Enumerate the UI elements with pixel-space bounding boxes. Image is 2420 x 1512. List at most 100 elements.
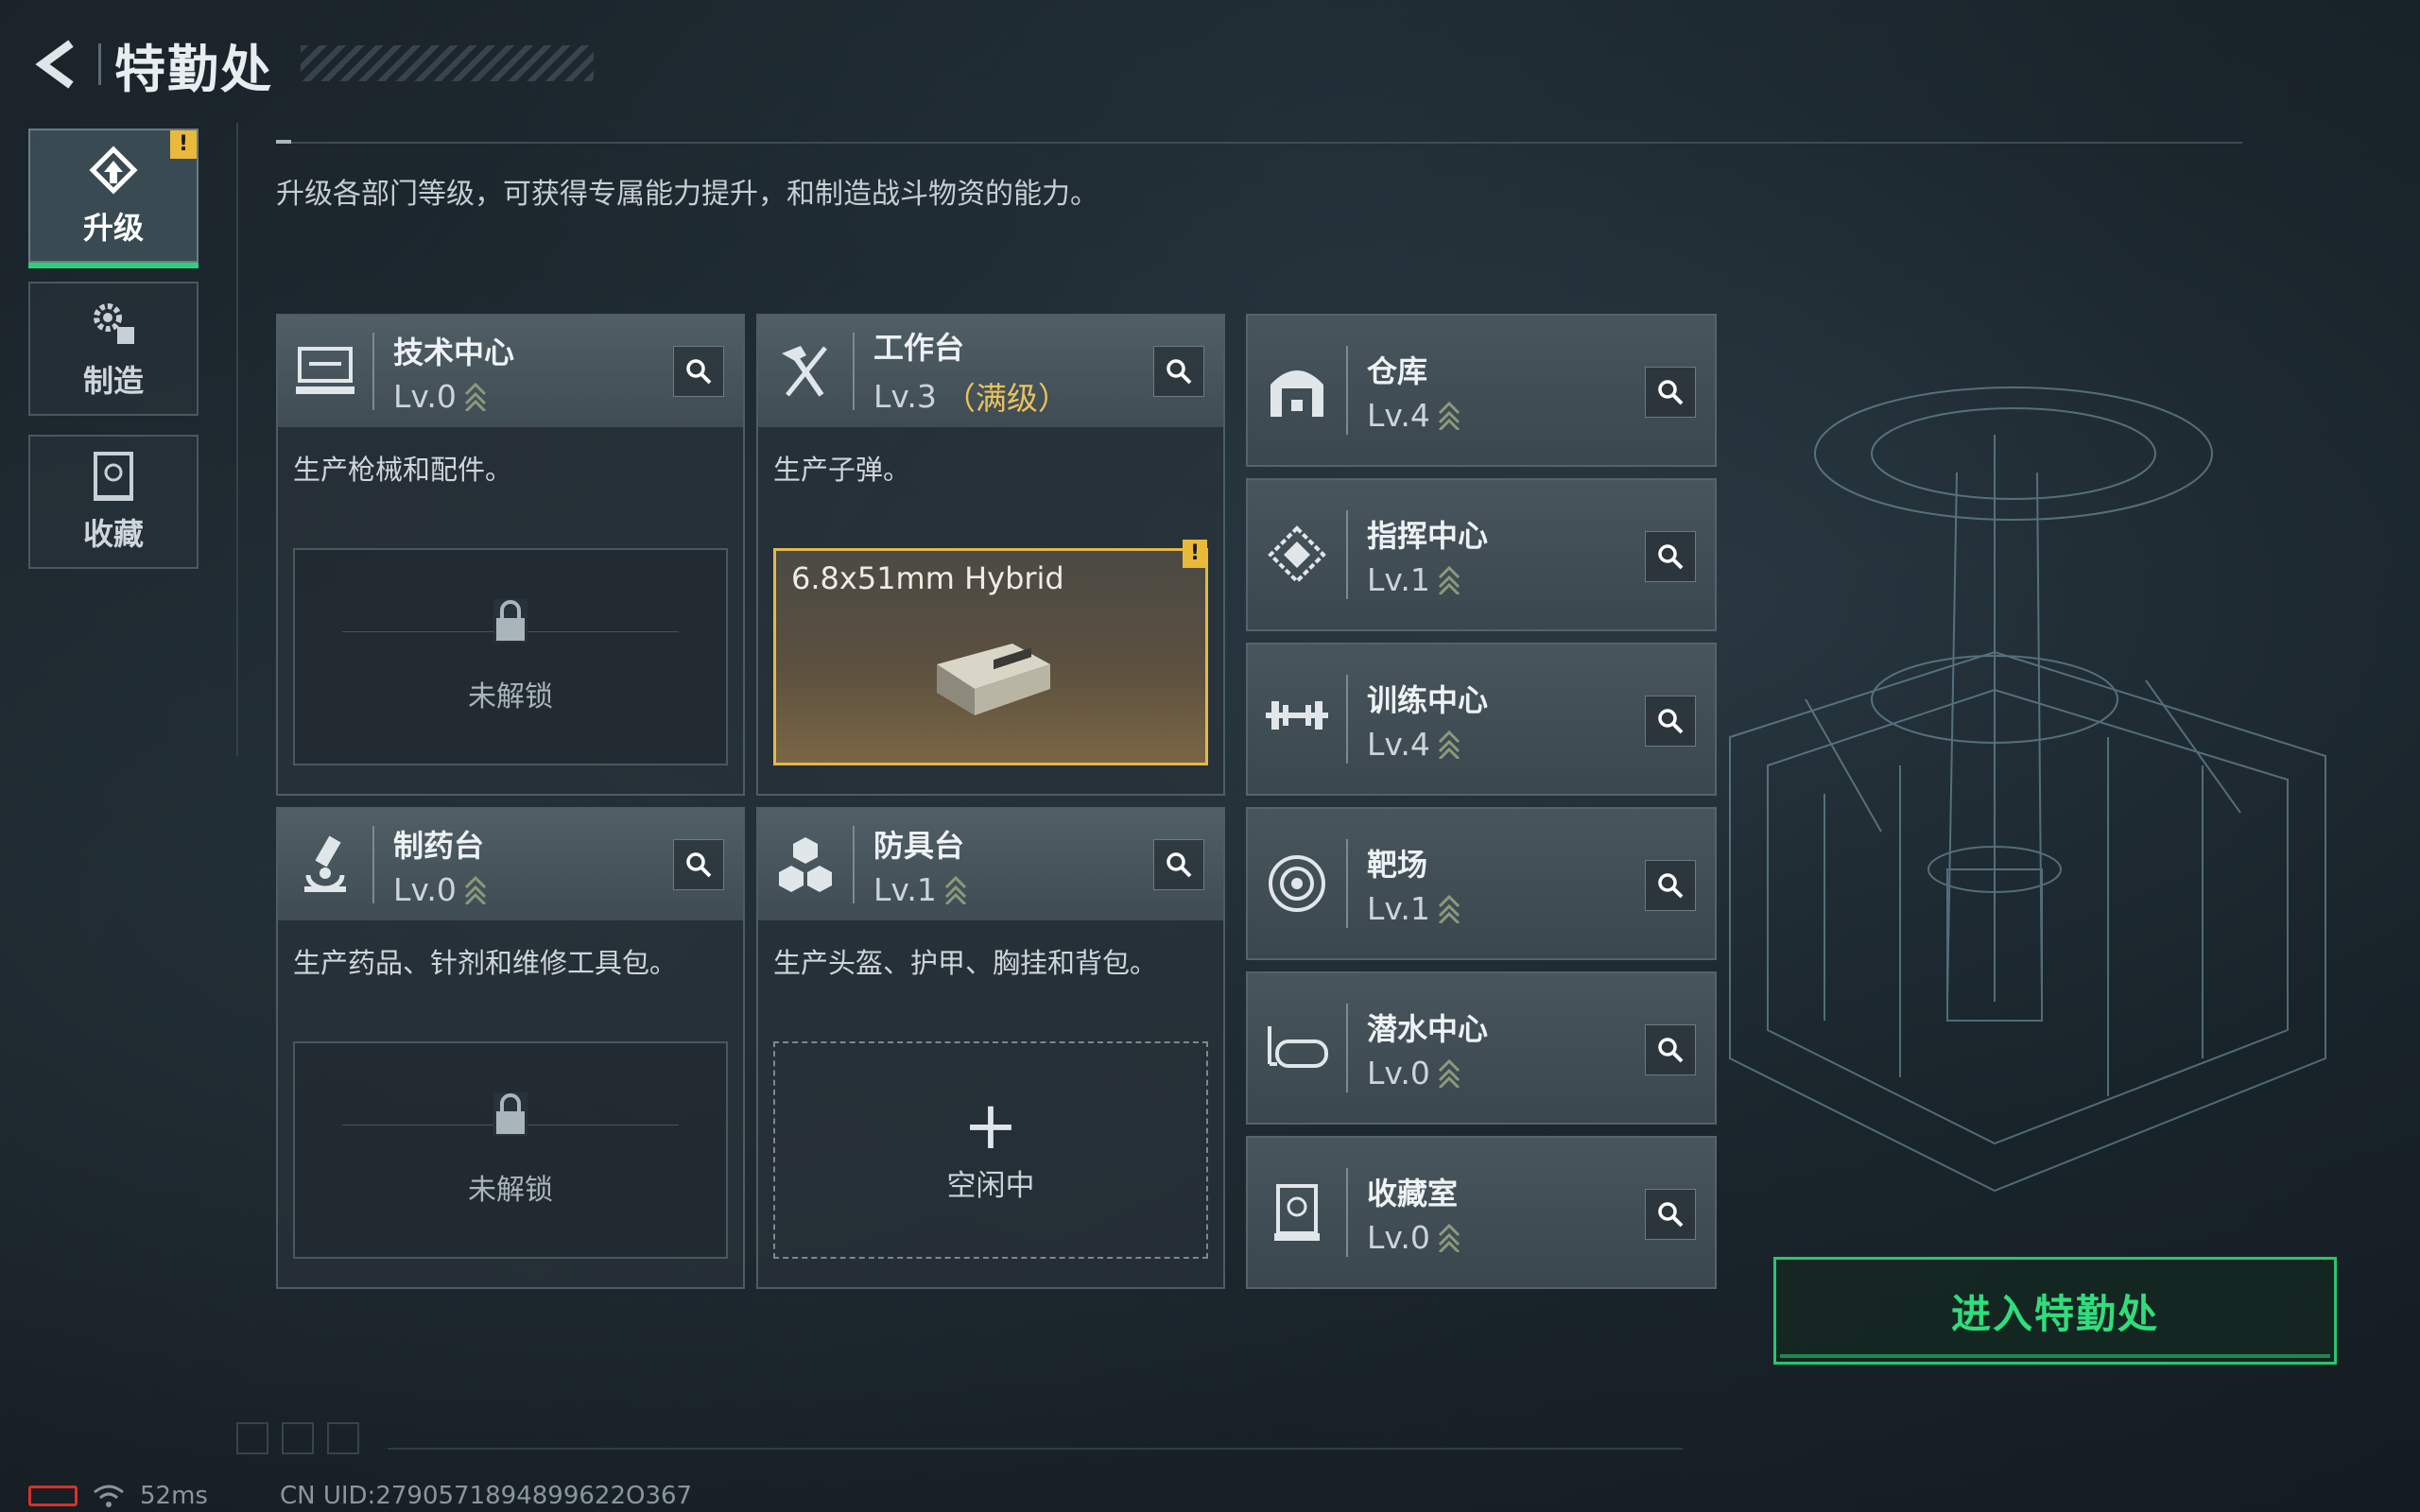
back-button[interactable] — [26, 31, 93, 97]
lock-icon — [493, 599, 527, 643]
warehouse-icon — [1248, 316, 1346, 465]
facility-name: 指挥中心 — [1367, 517, 1489, 554]
enter-special-ops-button[interactable]: 进入特勤处 — [1773, 1257, 2337, 1365]
facility-level: Lv.4 — [1367, 397, 1461, 434]
search-icon — [1658, 380, 1684, 405]
upgrade-chevrons-icon — [1438, 894, 1460, 923]
status-bar: 52ms CN UID:2790571894899622O367 — [28, 1480, 692, 1512]
workshop-card-pharmacy[interactable]: 制药台 Lv.0 生产药品、针剂和维修工具包。 未解锁 — [276, 807, 745, 1289]
side-divider — [236, 123, 238, 756]
target-icon — [1248, 809, 1346, 958]
title-stripe-decoration — [301, 45, 594, 81]
locked-label: 未解锁 — [468, 680, 553, 713]
wifi-icon — [94, 1485, 124, 1507]
tab-upgrade-label: 升级 — [82, 210, 144, 246]
page-description: 升级各部门等级，可获得专属能力提升，和制造战斗物资的能力。 — [276, 178, 1098, 211]
tab-crafting-label: 制造 — [82, 363, 144, 399]
facility-level: Lv.1 — [1367, 561, 1488, 598]
card-title: 制药台 — [393, 827, 485, 864]
details-search-button[interactable] — [1153, 346, 1204, 397]
lock-icon — [493, 1092, 527, 1136]
details-search-button[interactable] — [1645, 860, 1696, 911]
workshop-card-armor-bench[interactable]: 防具台 Lv.1 生产头盔、护甲、胸挂和背包。 + 空闲中 — [756, 807, 1225, 1289]
level-text: Lv.4 — [1367, 396, 1430, 434]
upgrade-chevrons-icon — [1438, 1058, 1460, 1088]
tab-alert-badge: ! — [170, 130, 197, 159]
search-icon — [686, 359, 712, 385]
search-icon — [1658, 1038, 1684, 1063]
facility-training-center[interactable]: 训练中心 Lv.4 — [1246, 643, 1717, 796]
trophy-case-icon — [94, 452, 133, 501]
card-divider — [1346, 1168, 1348, 1257]
search-icon — [1658, 709, 1684, 734]
workshop-card-workbench[interactable]: 工作台 Lv.3 （满级） 生产子弹。 6.8x51mm Hybrid ! — [756, 314, 1225, 796]
trophy-case-icon — [1248, 1138, 1346, 1287]
level-text: Lv.1 — [873, 870, 937, 908]
corner-decoration — [236, 1422, 359, 1454]
upgrade-chevrons-icon — [1438, 401, 1460, 430]
card-description: 生产子弹。 — [773, 454, 911, 486]
facility-level: Lv.0 — [1367, 1055, 1488, 1091]
details-search-button[interactable] — [673, 346, 724, 397]
microscope-icon — [278, 809, 372, 920]
bottom-rule — [388, 1448, 1683, 1450]
search-icon — [1658, 873, 1684, 899]
card-divider — [372, 333, 374, 410]
card-divider — [1346, 675, 1348, 764]
locked-label: 未解锁 — [468, 1174, 553, 1207]
facility-diving-center[interactable]: 潜水中心 Lv.0 — [1246, 971, 1717, 1125]
add-icon: + — [962, 1086, 1019, 1164]
card-title: 技术中心 — [393, 334, 515, 370]
crafting-item-slot[interactable]: 6.8x51mm Hybrid ! — [773, 540, 1208, 765]
computer-icon — [278, 316, 372, 427]
tab-crafting[interactable]: 制造 — [28, 282, 199, 416]
details-search-button[interactable] — [1645, 696, 1696, 747]
details-search-button[interactable] — [1645, 367, 1696, 418]
search-icon — [1167, 852, 1192, 878]
card-title: 工作台 — [873, 330, 965, 366]
level-text: Lv.0 — [1367, 1054, 1430, 1091]
details-search-button[interactable] — [673, 839, 724, 890]
armor-cubes-icon — [758, 809, 853, 920]
level-text: Lv.1 — [1367, 560, 1430, 598]
details-search-button[interactable] — [1645, 1024, 1696, 1075]
idle-slot[interactable]: + 空闲中 — [773, 1041, 1208, 1259]
facility-command-center[interactable]: 指挥中心 Lv.1 — [1246, 478, 1717, 631]
card-level: Lv.0 — [393, 871, 487, 908]
card-level: Lv.1 — [873, 871, 967, 908]
details-search-button[interactable] — [1645, 531, 1696, 582]
diving-mask-icon — [1248, 973, 1346, 1123]
card-divider — [1346, 839, 1348, 928]
card-divider — [1346, 1004, 1348, 1092]
title-divider — [98, 43, 101, 85]
facility-level: Lv.4 — [1367, 726, 1488, 763]
workshop-card-tech-center[interactable]: 技术中心 Lv.0 生产枪械和配件。 未解锁 — [276, 314, 745, 796]
facility-level: Lv.1 — [1367, 890, 1461, 927]
facility-shooting-range[interactable]: 靶场 Lv.1 — [1246, 807, 1717, 960]
ammo-box-icon — [937, 644, 1050, 715]
facility-warehouse[interactable]: 仓库 Lv.4 — [1246, 314, 1717, 467]
facility-name: 潜水中心 — [1367, 1010, 1489, 1047]
search-icon — [1658, 1202, 1684, 1228]
idle-label: 空闲中 — [946, 1168, 1035, 1203]
card-divider — [372, 826, 374, 903]
card-divider — [1346, 510, 1348, 599]
locked-slot: 未解锁 — [293, 1041, 728, 1259]
top-rule — [276, 142, 2242, 144]
facility-name: 训练中心 — [1367, 681, 1489, 718]
page-title: 特勤处 — [114, 39, 273, 99]
gears-icon — [94, 303, 134, 344]
tab-collection[interactable]: 收藏 — [28, 435, 199, 569]
tab-upgrade[interactable]: ! 升级 — [28, 129, 199, 268]
card-divider — [853, 826, 855, 903]
locked-slot: 未解锁 — [293, 548, 728, 765]
upgrade-chevrons-icon — [1438, 565, 1460, 594]
card-header: 防具台 Lv.1 — [758, 809, 1223, 920]
upgrade-icon — [89, 146, 138, 195]
facility-collection-room[interactable]: 收藏室 Lv.0 — [1246, 1136, 1717, 1289]
details-search-button[interactable] — [1153, 839, 1204, 890]
card-header: 工作台 Lv.3 （满级） — [758, 316, 1223, 427]
battery-icon — [28, 1486, 78, 1506]
card-header: 技术中心 Lv.0 — [278, 316, 743, 427]
details-search-button[interactable] — [1645, 1189, 1696, 1240]
